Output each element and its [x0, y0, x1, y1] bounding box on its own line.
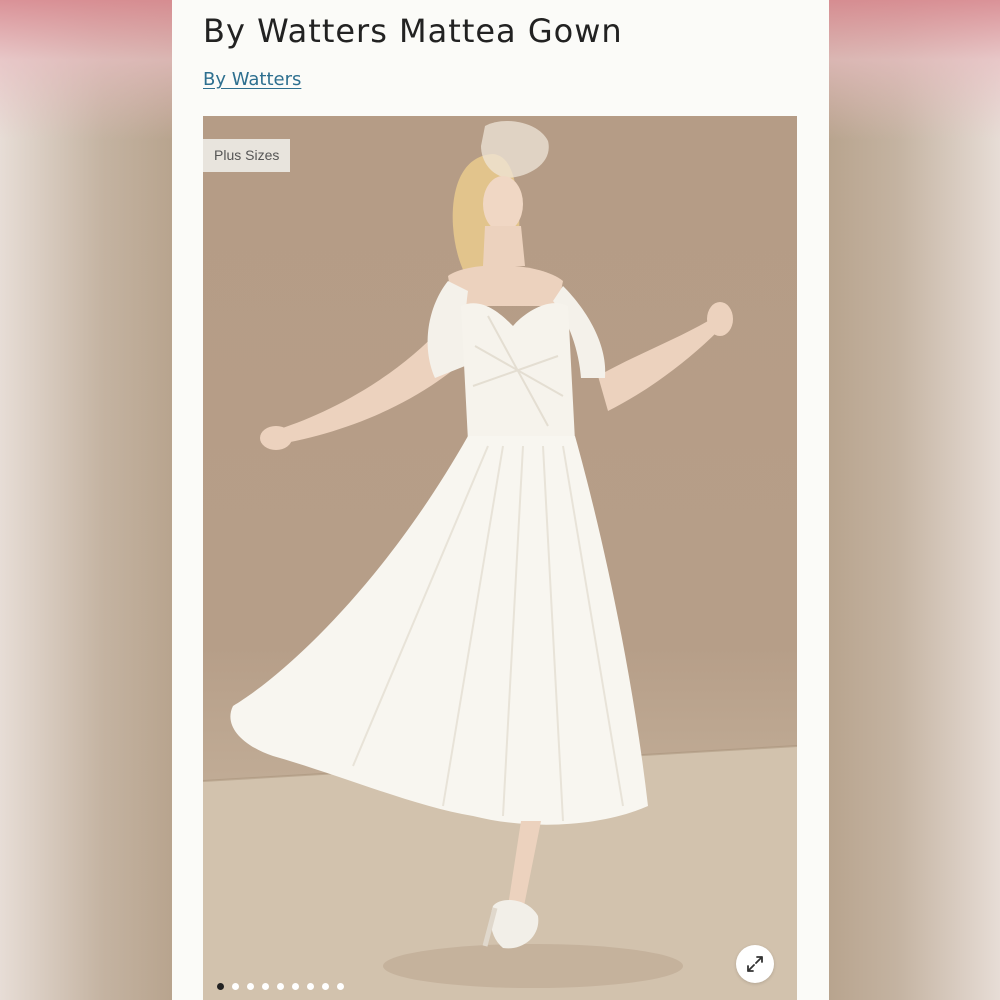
gallery-dot-5[interactable] [277, 983, 284, 990]
gallery-dot-9[interactable] [337, 983, 344, 990]
gallery-pagination [217, 983, 344, 990]
gallery-dot-4[interactable] [262, 983, 269, 990]
expand-image-button[interactable] [736, 945, 774, 983]
product-photo [203, 121, 797, 1000]
gallery-dot-3[interactable] [247, 983, 254, 990]
product-title: By Watters Mattea Gown [203, 12, 623, 50]
background-blur-left [0, 0, 172, 1000]
gallery-dot-7[interactable] [307, 983, 314, 990]
gallery-dot-2[interactable] [232, 983, 239, 990]
gallery-dot-6[interactable] [292, 983, 299, 990]
brand-link[interactable]: By Watters [203, 69, 301, 90]
product-image-gallery[interactable]: Plus Sizes [203, 116, 797, 1000]
gallery-dot-8[interactable] [322, 983, 329, 990]
product-card: By Watters Mattea Gown By Watters Plus S… [172, 0, 829, 1000]
plus-sizes-badge: Plus Sizes [203, 139, 291, 172]
expand-icon [747, 956, 763, 972]
gallery-dot-1[interactable] [217, 983, 224, 990]
background-blur-right [829, 0, 1000, 1000]
